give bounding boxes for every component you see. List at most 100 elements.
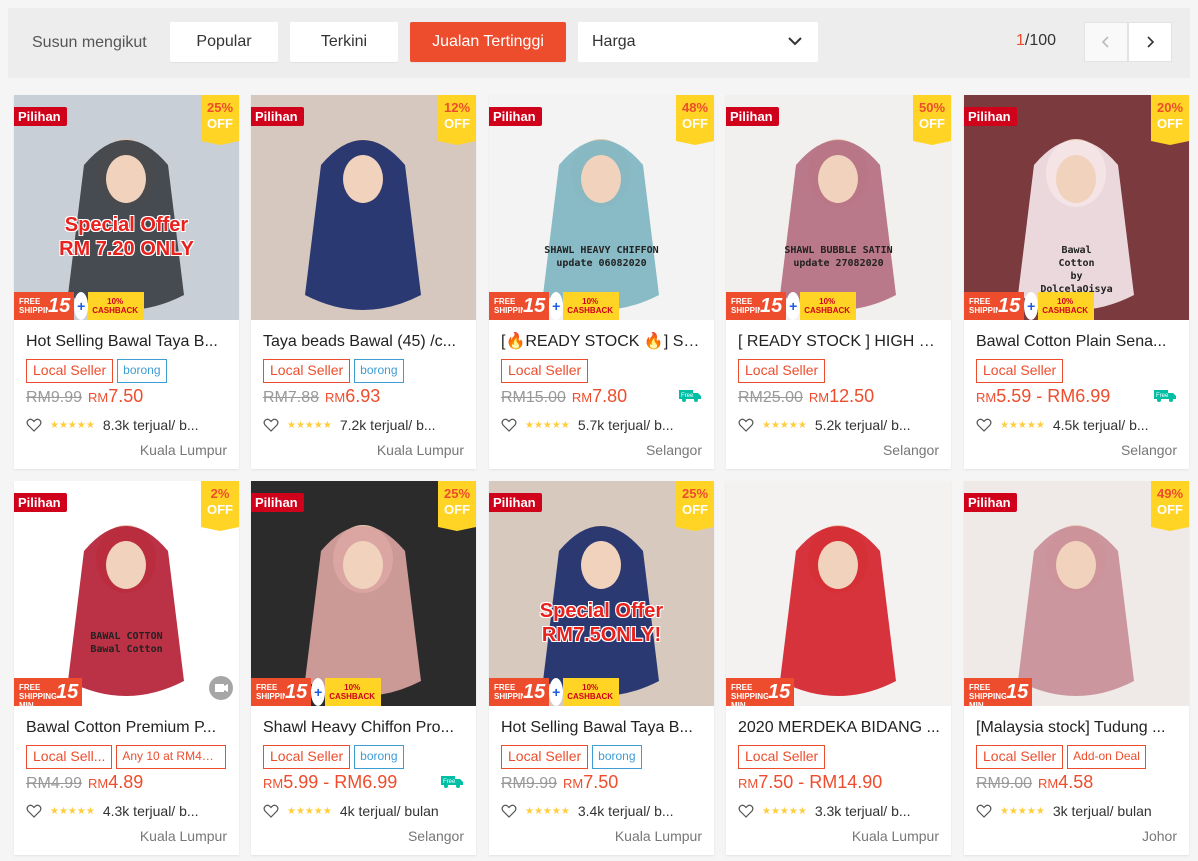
product-title[interactable]: Bawal Cotton Plain Sena...	[976, 332, 1178, 352]
product-card[interactable]: SHAWL HEAVY CHIFFON update 06082020 Piliha…	[489, 95, 714, 469]
discount-percent: 25%	[443, 486, 471, 501]
product-card[interactable]: Special Offer RM7.5ONLY! Pilihan 25% OFF FREE…	[489, 481, 714, 855]
sort-latest-button[interactable]: Terkini	[290, 22, 398, 62]
currency: RM	[88, 390, 109, 405]
free-shipping-text: FREE SHIPPING	[489, 292, 532, 320]
product-title[interactable]: [🔥READY STOCK 🔥] SH...	[501, 332, 703, 352]
product-title[interactable]: Taya beads Bawal (45) /c...	[263, 332, 465, 352]
prev-page-button[interactable]	[1084, 22, 1128, 62]
product-tag: Add-on Deal	[1067, 745, 1146, 769]
plus-icon: +	[786, 292, 801, 320]
next-page-button[interactable]	[1128, 22, 1172, 62]
image-caption: BAWAL COTTON	[90, 631, 163, 642]
discount-badge: 20% OFF	[1151, 95, 1189, 145]
sale-price: 12.50	[829, 386, 875, 406]
star-rating-icon: ★★★★★	[1000, 419, 1045, 431]
sale-price: 5.99 - RM6.99	[283, 772, 398, 792]
cashback-text: 10% CASHBACK	[563, 678, 620, 706]
product-card[interactable]: Pilihan 25% OFF FREE SHIPPING 15 +10% CASHBACK S…	[251, 481, 476, 855]
heart-icon[interactable]	[976, 418, 992, 432]
product-card[interactable]: FREESHIPPINGMIN. SPEND15 2020 MERDEKA BID…	[726, 481, 951, 855]
heart-icon[interactable]	[976, 804, 992, 818]
heart-icon[interactable]	[26, 418, 42, 432]
discount-off: OFF	[207, 116, 233, 131]
product-price: RM25.00 RM12.50	[738, 386, 874, 407]
heart-icon[interactable]	[263, 418, 279, 432]
rating-row: ★★★★★ 4.5k terjual/ b...	[976, 417, 1182, 433]
product-title[interactable]: [Malaysia stock] Tudung ...	[976, 718, 1178, 738]
free-shipping-text: FREE SHIPPING	[964, 292, 1007, 320]
product-image[interactable]: SHAWL HEAVY CHIFFON update 06082020 Piliha…	[489, 95, 714, 320]
product-card[interactable]: Pilihan 49%OFF FREESHIPPINGMIN. SPEND15 [Ma…	[964, 481, 1189, 855]
product-image[interactable]: Special Offer RM7.5ONLY! Pilihan 25% OFF FREE…	[489, 481, 714, 706]
page-indicator: 1/100	[1016, 32, 1056, 50]
min-spend-number: 15	[1006, 678, 1033, 706]
product-image[interactable]: Pilihan 25% OFF FREE SHIPPING 15 +10% CASHBACK	[251, 481, 476, 706]
discount-percent: 20%	[1156, 100, 1184, 115]
pilihan-badge: Pilihan	[251, 107, 304, 126]
original-price: RM9.00	[976, 775, 1033, 792]
product-title[interactable]: Hot Selling Bawal Taya B...	[501, 718, 703, 738]
product-image[interactable]: Bawal Cotton by DolcelaQisya Pilihan 20% OFF FR…	[964, 95, 1189, 320]
product-title[interactable]: Hot Selling Bawal Taya B...	[26, 332, 228, 352]
sold-count: 5.2k terjual/ b...	[814, 417, 911, 433]
cashback-text: 10% CASHBACK	[563, 292, 620, 320]
sort-top-sales-button[interactable]: Jualan Tertinggi	[410, 22, 566, 62]
heart-icon[interactable]	[501, 418, 517, 432]
free-shipping-text: FREESHIPPINGMIN. SPEND	[726, 678, 769, 706]
star-rating-icon: ★★★★★	[287, 419, 332, 431]
video-icon	[209, 676, 233, 700]
product-title[interactable]: Bawal Cotton Premium P...	[26, 718, 228, 738]
product-price: RM15.00 RM7.80	[501, 386, 627, 407]
product-title[interactable]: [ READY STOCK ] HIGH Q...	[738, 332, 940, 352]
free-shipping-cashback-badge: FREE SHIPPING 15 +10% CASHBACK	[489, 292, 620, 320]
product-title[interactable]: 2020 MERDEKA BIDANG ...	[738, 718, 940, 738]
pilihan-badge: Pilihan	[964, 493, 1017, 512]
product-card[interactable]: SHAWL BUBBLE SATIN update 27082020 Pilihan…	[726, 95, 951, 469]
product-card[interactable]: BAWAL COTTON Bawal Cotton Pilihan 2% OFF FREE…	[14, 481, 239, 855]
product-tag: Local Seller	[26, 359, 114, 383]
product-image[interactable]: Pilihan 49%OFF FREESHIPPINGMIN. SPEND15	[964, 481, 1189, 706]
min-spend-number: 15	[523, 678, 550, 706]
plus-icon: +	[1024, 292, 1039, 320]
product-tag: borong	[592, 745, 642, 769]
image-caption: update 27082020	[793, 258, 884, 269]
svg-text:Free: Free	[681, 393, 694, 399]
price-sort-select[interactable]: Harga	[578, 22, 818, 62]
product-image[interactable]: Pilihan 12% OFF	[251, 95, 476, 320]
product-tag: Local Seller	[976, 359, 1064, 383]
sort-popular-button[interactable]: Popular	[170, 22, 278, 62]
currency: RM	[88, 776, 109, 791]
product-card[interactable]: Pilihan 12% OFF Taya beads Bawal (45) /c...…	[251, 95, 476, 469]
product-image[interactable]: Special Offer RM 7.20 ONLY Pilihan 25% OFF FR…	[14, 95, 239, 320]
cashback-text: 10% CASHBACK	[1038, 292, 1095, 320]
discount-off: OFF	[207, 502, 233, 517]
image-caption: SHAWL HEAVY CHIFFON	[544, 245, 659, 256]
star-rating-icon: ★★★★★	[287, 805, 332, 817]
image-caption: SHAWL BUBBLE SATIN	[784, 245, 893, 256]
product-image[interactable]: SHAWL BUBBLE SATIN update 27082020 Pilihan…	[726, 95, 951, 320]
discount-percent: 2%	[210, 486, 230, 501]
product-image[interactable]: FREESHIPPINGMIN. SPEND15	[726, 481, 951, 706]
heart-icon[interactable]	[501, 804, 517, 818]
star-rating-icon: ★★★★★	[50, 805, 95, 817]
pilihan-badge: Pilihan	[964, 107, 1017, 126]
product-image[interactable]: BAWAL COTTON Bawal Cotton Pilihan 2% OFF FREE…	[14, 481, 239, 706]
heart-icon[interactable]	[738, 418, 754, 432]
svg-text:Free: Free	[1156, 393, 1169, 399]
heart-icon[interactable]	[263, 804, 279, 818]
product-price: RM5.59 - RM6.99	[976, 386, 1110, 407]
discount-badge: 12% OFF	[438, 95, 476, 145]
product-price: RM9.99 RM7.50	[26, 386, 143, 407]
heart-icon[interactable]	[26, 804, 42, 818]
product-card[interactable]: Special Offer RM 7.20 ONLY Pilihan 25% OFF FR…	[14, 95, 239, 469]
image-caption: Cotton	[1058, 258, 1095, 269]
discount-off: OFF	[444, 116, 470, 131]
min-spend-number: 15	[998, 292, 1025, 320]
currency: RM	[1038, 776, 1059, 791]
seller-location: Kuala Lumpur	[139, 442, 227, 458]
heart-icon[interactable]	[738, 804, 754, 818]
product-card[interactable]: Bawal Cotton by DolcelaQisya Pilihan 20% OFF FR…	[964, 95, 1189, 469]
plus-icon: +	[311, 678, 326, 706]
product-title[interactable]: Shawl Heavy Chiffon Pro...	[263, 718, 465, 738]
